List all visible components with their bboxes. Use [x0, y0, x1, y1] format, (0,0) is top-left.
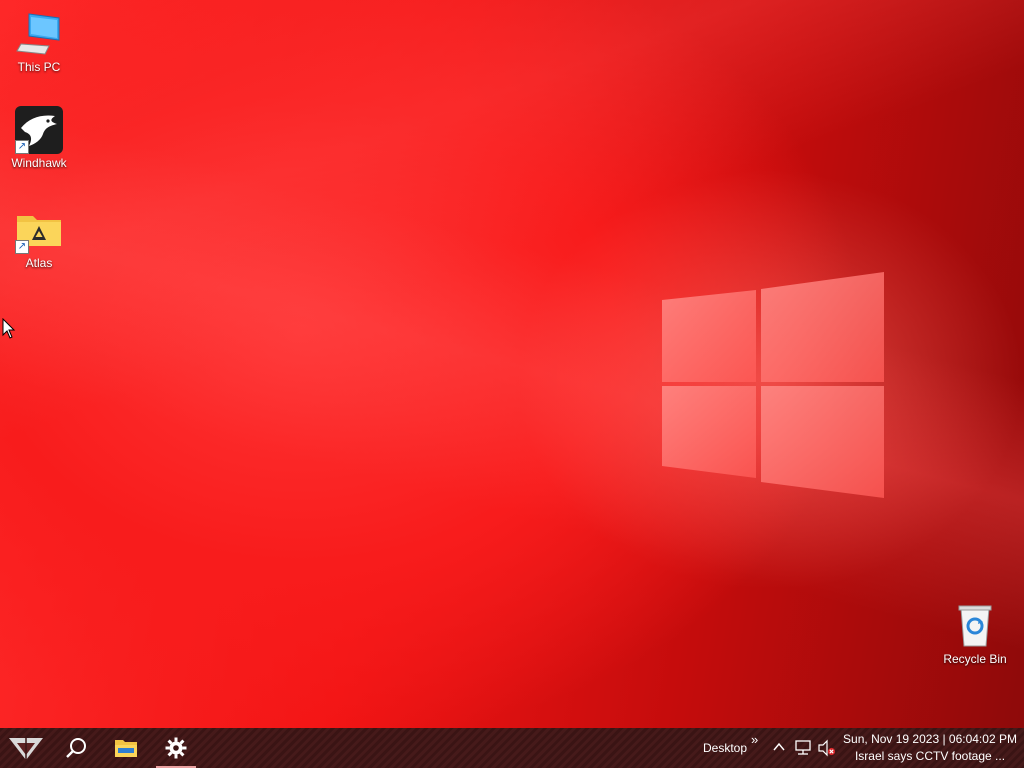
toolbar-overflow-icon[interactable]: »	[751, 732, 758, 747]
computer-icon	[15, 10, 63, 58]
news-ticker: Israel says CCTV footage ...	[854, 749, 1006, 763]
settings-button[interactable]	[156, 728, 196, 768]
desktop-icon-this-pc[interactable]: This PC	[1, 10, 77, 74]
chevron-up-icon	[773, 742, 785, 751]
recycle-bin-icon	[951, 602, 999, 650]
desktop-icon-label: Recycle Bin	[943, 652, 1007, 666]
search-icon	[66, 738, 86, 758]
desktop-icon-label: This PC	[17, 60, 61, 74]
folder-icon: ↗	[15, 206, 63, 254]
file-explorer-button[interactable]	[106, 728, 146, 768]
windows-logo-wallpaper	[662, 272, 884, 498]
start-button[interactable]	[6, 728, 46, 768]
network-icon	[795, 740, 811, 755]
desktop-icon-atlas[interactable]: ↗ Atlas	[1, 206, 77, 270]
desktop-icon-recycle-bin[interactable]: Recycle Bin	[937, 602, 1013, 666]
desktop-icon-label: Atlas	[25, 256, 53, 270]
eagle-icon: ↗	[15, 106, 63, 154]
gear-icon	[165, 737, 187, 759]
mouse-cursor-icon	[2, 318, 16, 339]
volume-button[interactable]	[817, 739, 837, 757]
shortcut-arrow-icon: ↗	[15, 240, 29, 254]
desktop-toolbar-label[interactable]: Desktop	[703, 741, 747, 755]
start-icon	[9, 738, 43, 760]
shortcut-arrow-icon: ↗	[15, 140, 29, 154]
search-button[interactable]	[56, 728, 96, 768]
desktop-icon-label: Windhawk	[11, 156, 67, 170]
show-hidden-icons-button[interactable]	[772, 740, 786, 756]
file-explorer-icon	[115, 740, 137, 757]
speaker-muted-icon	[818, 739, 836, 757]
clock-area[interactable]: Sun, Nov 19 2023 | 06:04:02 PM Israel sa…	[842, 731, 1018, 765]
network-button[interactable]	[794, 739, 812, 757]
desktop-icon-windhawk[interactable]: ↗ Windhawk	[1, 106, 77, 170]
clock-datetime: Sun, Nov 19 2023 | 06:04:02 PM	[843, 732, 1017, 746]
taskbar: » Desktop Sun, Nov 19 2023 | 06:04:02 PM…	[0, 728, 1024, 768]
desktop[interactable]: This PC ↗ Windhawk ↗ Atlas Recycle Bin	[0, 0, 1024, 728]
